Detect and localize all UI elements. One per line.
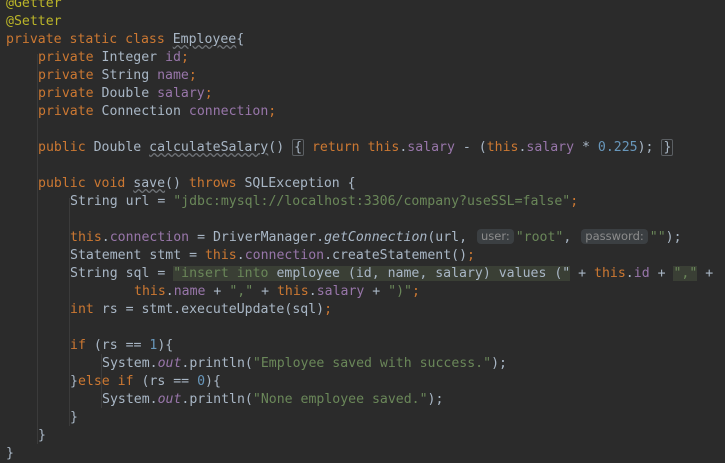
parameter-hint-user: user: <box>476 229 514 244</box>
code-line: private Connection connection; <box>38 104 277 119</box>
code-line: System.out.println("Employee saved with … <box>102 356 507 371</box>
code-line: public Double calculateSalary() { return… <box>38 139 674 156</box>
code-line: } <box>38 428 46 443</box>
folded-region-close[interactable]: } <box>661 139 674 156</box>
code-line: String sql = "insert into employee (id, … <box>70 266 714 281</box>
code-line: private String name; <box>38 68 197 83</box>
parameter-hint-password: password: <box>581 229 648 244</box>
code-line: } <box>6 446 14 461</box>
code-line: int rs = stmt.executeUpdate(sql); <box>70 302 333 317</box>
code-line: public void save() throws SQLException { <box>38 176 356 191</box>
code-line: if (rs == 1){ <box>70 338 174 353</box>
code-line: this.connection = DriverManager.getConne… <box>70 229 682 245</box>
code-line: this.name + "," + this.salary + ")"; <box>134 284 420 299</box>
code-line: private Integer id; <box>38 50 189 65</box>
code-line: System.out.println("None employee saved.… <box>102 392 444 407</box>
code-line: } <box>70 410 78 425</box>
code-editor[interactable]: @Getter @Setter private static class Emp… <box>0 0 725 462</box>
code-line: Statement stmt = this.connection.createS… <box>70 248 475 263</box>
code-line: private Double salary; <box>38 86 213 101</box>
code-line: }else if (rs == 0){ <box>70 374 221 389</box>
code-line: @Setter <box>6 14 62 29</box>
folded-region-open[interactable]: { <box>292 139 305 156</box>
code-line: String url = "jdbc:mysql://localhost:330… <box>70 194 579 209</box>
code-line: private static class Employee{ <box>6 32 245 47</box>
code-line: @Getter <box>6 0 62 11</box>
